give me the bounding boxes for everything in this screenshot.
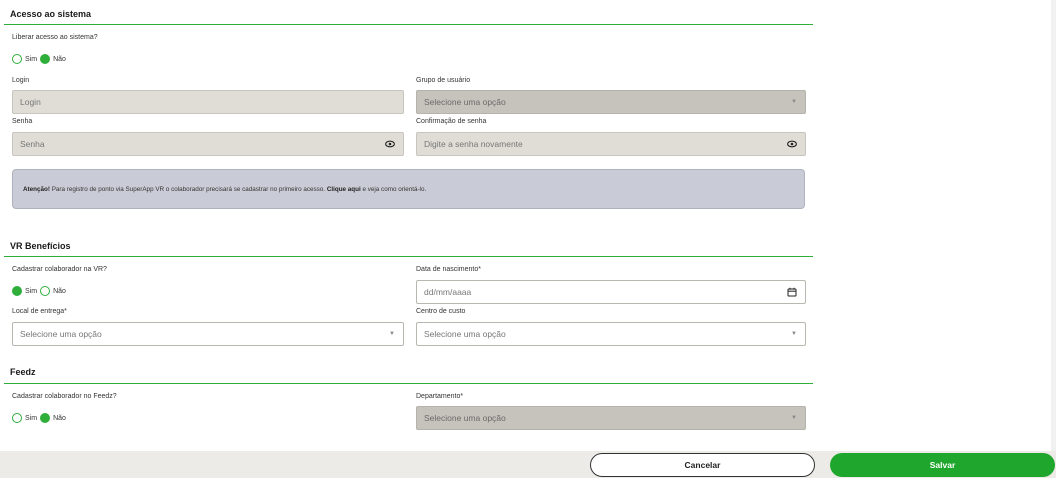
centro-custo-label: Centro de custo: [416, 308, 466, 315]
radio-nao-label: Não: [53, 55, 66, 63]
centro-custo-select[interactable]: Selecione uma opção ▼: [416, 322, 806, 346]
departamento-select[interactable]: Selecione uma opção ▼: [416, 406, 806, 430]
senha-placeholder: Senha: [20, 139, 45, 149]
local-entrega-placeholder: Selecione uma opção: [20, 329, 102, 339]
radio-nao[interactable]: [40, 286, 51, 296]
login-input[interactable]: Login: [12, 90, 404, 114]
section-title-vr: VR Benefícios: [10, 241, 71, 251]
cancel-button[interactable]: Cancelar: [590, 453, 815, 477]
data-nascimento-label: Data de nascimento*: [416, 266, 481, 273]
section-divider: [4, 383, 813, 384]
login-placeholder: Login: [20, 97, 41, 107]
scrollbar-track[interactable]: [1051, 0, 1056, 451]
radio-sim[interactable]: [12, 54, 22, 64]
senha-label: Senha: [12, 118, 33, 125]
notice-bold: Atenção!: [23, 185, 50, 193]
radio-sim-label: Sim: [25, 414, 38, 422]
calendar-icon[interactable]: [787, 287, 797, 297]
cadastrar-feedz-label: Cadastrar colaborador no Feedz?: [12, 393, 117, 400]
centro-custo-placeholder: Selecione uma opção: [424, 329, 506, 339]
notice-text: Para registro de ponto via SuperApp VR o…: [49, 185, 327, 193]
radio-nao-label: Não: [53, 414, 66, 422]
local-entrega-label: Local de entrega*: [12, 308, 67, 315]
section-divider: [4, 256, 813, 257]
section-title-feedz: Feedz: [10, 367, 36, 377]
section-divider: [4, 24, 813, 25]
radio-nao-label: Não: [53, 287, 66, 295]
local-entrega-select[interactable]: Selecione uma opção ▼: [12, 322, 404, 346]
section-title-acesso: Acesso ao sistema: [10, 9, 92, 19]
departamento-label: Departamento*: [416, 393, 464, 400]
radio-sim[interactable]: [12, 413, 22, 423]
confirmacao-senha-label: Confirmação de senha: [416, 118, 487, 125]
chevron-down-icon: ▼: [791, 99, 797, 105]
radio-nao[interactable]: [40, 54, 51, 64]
radio-nao[interactable]: [40, 413, 51, 423]
liberar-acesso-radio-group: Sim Não: [12, 54, 69, 64]
chevron-down-icon: ▼: [791, 415, 797, 421]
grupo-usuario-label: Grupo de usuário: [416, 77, 471, 84]
atencao-notice: Atenção! Para registro de ponto via Supe…: [12, 169, 805, 209]
radio-sim-label: Sim: [25, 287, 38, 295]
eye-icon[interactable]: [787, 140, 797, 148]
data-nascimento-input[interactable]: dd/mm/aaaa: [416, 280, 806, 304]
confirmacao-senha-placeholder: Digite a senha novamente: [424, 139, 523, 149]
grupo-usuario-placeholder: Selecione uma opção: [424, 97, 506, 107]
save-button[interactable]: Salvar: [830, 453, 1055, 477]
cadastrar-vr-radio-group: Sim Não: [12, 286, 69, 296]
chevron-down-icon: ▼: [389, 331, 395, 337]
grupo-usuario-select[interactable]: Selecione uma opção ▼: [416, 90, 806, 114]
data-nascimento-placeholder: dd/mm/aaaa: [424, 287, 472, 297]
senha-input[interactable]: Senha: [12, 132, 404, 156]
radio-sim-label: Sim: [25, 55, 38, 63]
notice-link[interactable]: Clique aqui: [327, 186, 361, 193]
cadastrar-vr-label: Cadastrar colaborador na VR?: [12, 266, 107, 273]
chevron-down-icon: ▼: [791, 331, 797, 337]
confirmacao-senha-input[interactable]: Digite a senha novamente: [416, 132, 806, 156]
liberar-acesso-label: Liberar acesso ao sistema?: [12, 34, 98, 41]
cadastrar-feedz-radio-group: Sim Não: [12, 413, 69, 423]
notice-tail: e veja como orientá-lo.: [360, 185, 427, 193]
departamento-placeholder: Selecione uma opção: [424, 413, 506, 423]
login-label: Login: [12, 77, 30, 84]
eye-icon[interactable]: [385, 140, 395, 148]
radio-sim[interactable]: [12, 286, 22, 296]
